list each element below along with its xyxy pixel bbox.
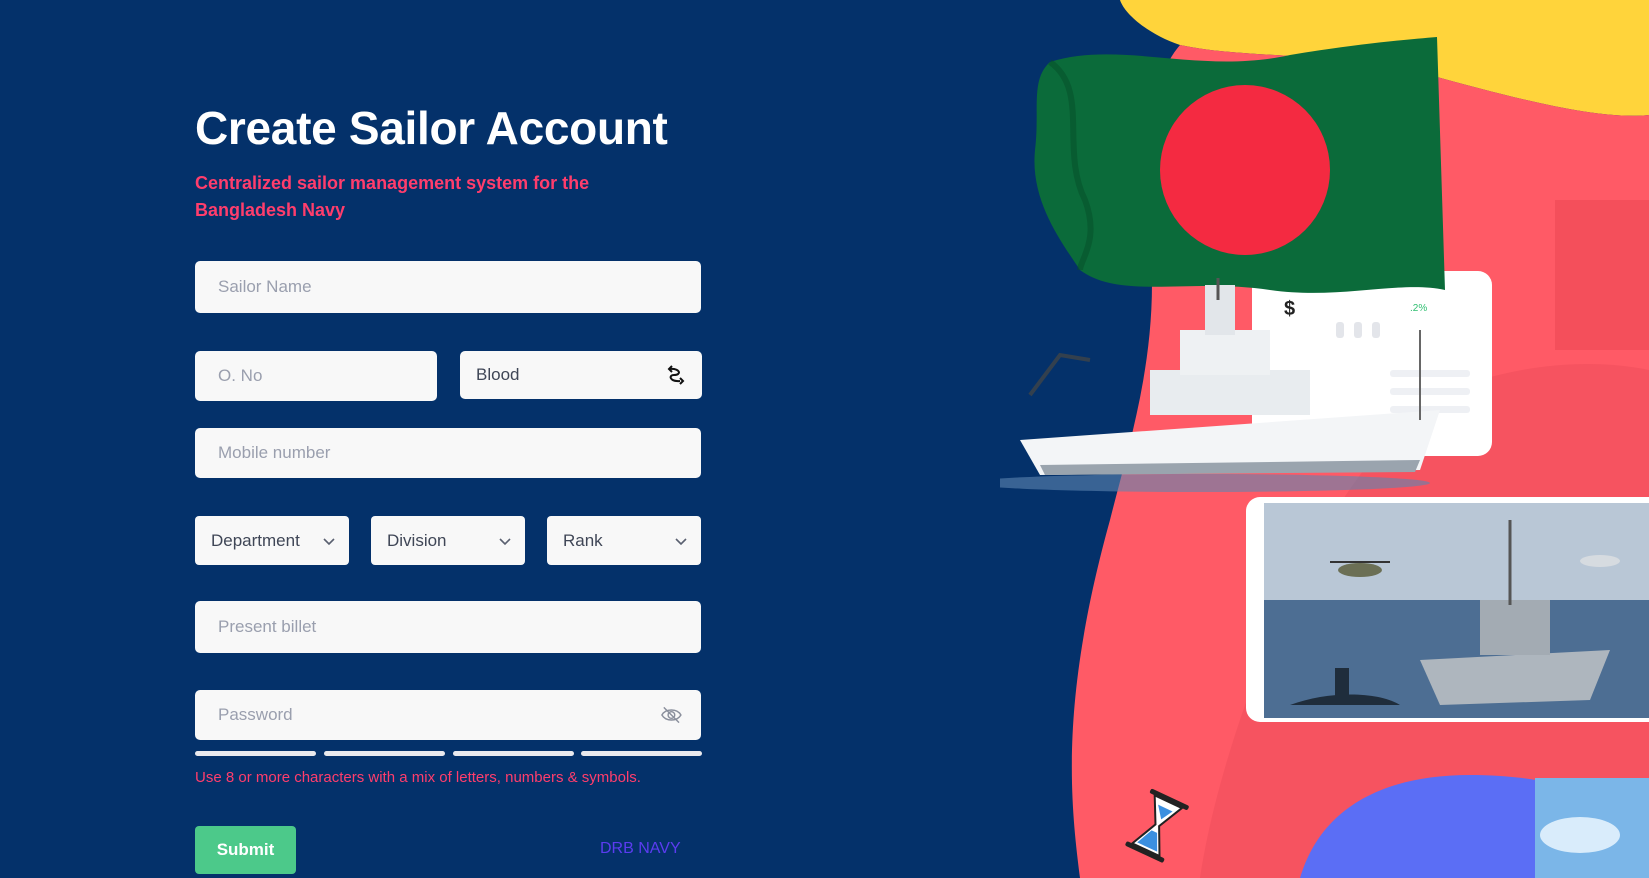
sailor-name-input[interactable] [218,261,701,313]
blood-label: Blood [476,365,520,384]
updown-cursor-icon [667,365,685,385]
brand-link[interactable]: DRB NAVY [600,840,681,858]
division-select[interactable]: Division [371,516,525,565]
strength-bar-1 [195,751,316,756]
chevron-down-icon [499,537,511,545]
department-select[interactable]: Department [195,516,349,565]
password-field[interactable] [195,690,701,740]
page-subtitle: Centralized sailor management system for… [195,173,590,220]
mobile-field[interactable] [195,428,701,478]
password-hint: Use 8 or more characters with a mix of l… [195,769,641,786]
strength-bar-4 [581,751,702,756]
present-billet-input[interactable] [218,601,701,653]
submit-button[interactable]: Submit [195,826,296,874]
strength-bar-3 [453,751,574,756]
page-title: Create Sailor Account [195,102,668,154]
rank-label: Rank [563,530,603,550]
blood-select[interactable]: Blood [460,351,702,399]
department-label: Department [211,530,300,550]
illustration-panel: .2% $ [1000,0,1649,878]
eye-off-icon[interactable] [660,705,683,725]
rank-select[interactable]: Rank [547,516,701,565]
mobile-input[interactable] [218,428,701,478]
division-label: Division [387,530,447,550]
bangladesh-flag [1034,37,1445,293]
card-currency: $ [1284,298,1295,320]
chevron-down-icon [323,537,335,545]
o-no-field[interactable] [195,351,437,401]
warships-photo [1246,497,1649,722]
red-blob-deco [1555,200,1649,350]
o-no-input[interactable] [218,351,437,401]
sailor-name-field[interactable] [195,261,701,313]
strength-bar-2 [324,751,445,756]
password-input[interactable] [218,690,661,740]
card-percent: .2% [1410,303,1427,314]
present-billet-field[interactable] [195,601,701,653]
chevron-down-icon [675,537,687,545]
signup-panel: Create Sailor Account Centralized sailor… [0,0,1000,878]
illustration: .2% $ [1000,0,1649,878]
